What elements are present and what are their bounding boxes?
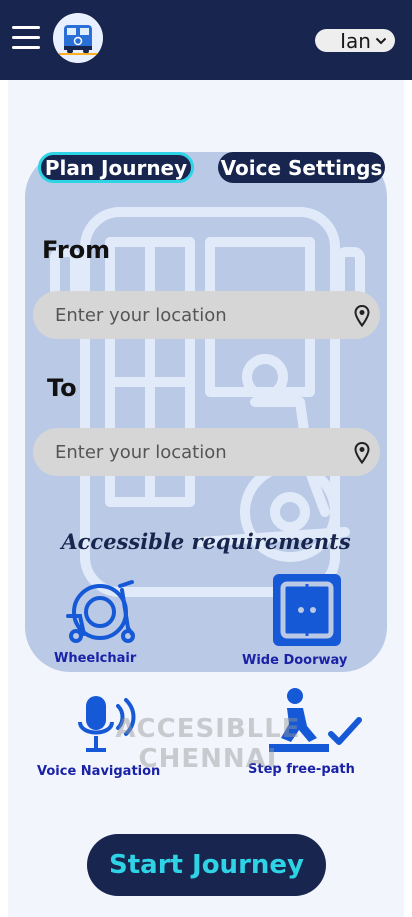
requirement-wide-doorway[interactable]: Wide Doorway	[240, 572, 365, 668]
chevron-down-icon	[375, 37, 387, 44]
wheelchair-label: Wheelchair	[54, 651, 137, 666]
requirement-wheelchair[interactable]: Wheelchair	[50, 578, 150, 668]
tab-plan-journey[interactable]: Plan Journey	[38, 152, 194, 183]
wide-doorway-label: Wide Doorway	[242, 653, 348, 668]
from-placeholder: Enter your location	[55, 304, 227, 326]
accessible-chennai-watermark: ACCESIBLLE CHENNAI	[108, 714, 308, 778]
doorway-icon	[273, 574, 341, 646]
hamburger-menu-icon[interactable]	[12, 26, 40, 50]
from-location-input[interactable]: Enter your location	[33, 291, 380, 339]
tab-voice-settings[interactable]: Voice Settings	[218, 152, 385, 183]
location-pin-icon[interactable]	[354, 305, 370, 327]
to-placeholder: Enter your location	[55, 441, 227, 463]
start-journey-button[interactable]: Start Journey	[87, 834, 326, 896]
to-location-input[interactable]: Enter your location	[33, 428, 380, 476]
user-name: Ian	[340, 28, 371, 53]
wheelchair-icon	[66, 580, 135, 643]
watermark-line-1: ACCESIBLLE	[115, 714, 301, 744]
from-label: From	[42, 236, 111, 264]
location-pin-icon[interactable]	[354, 442, 370, 464]
accessible-bus-logo[interactable]	[53, 13, 103, 63]
watermark-line-2: CHENNAI	[138, 744, 278, 774]
app-header: Ian	[0, 0, 412, 80]
user-menu-button[interactable]: Ian	[315, 28, 395, 53]
to-label: To	[47, 374, 77, 402]
requirements-title: Accessible requirements	[61, 529, 351, 554]
